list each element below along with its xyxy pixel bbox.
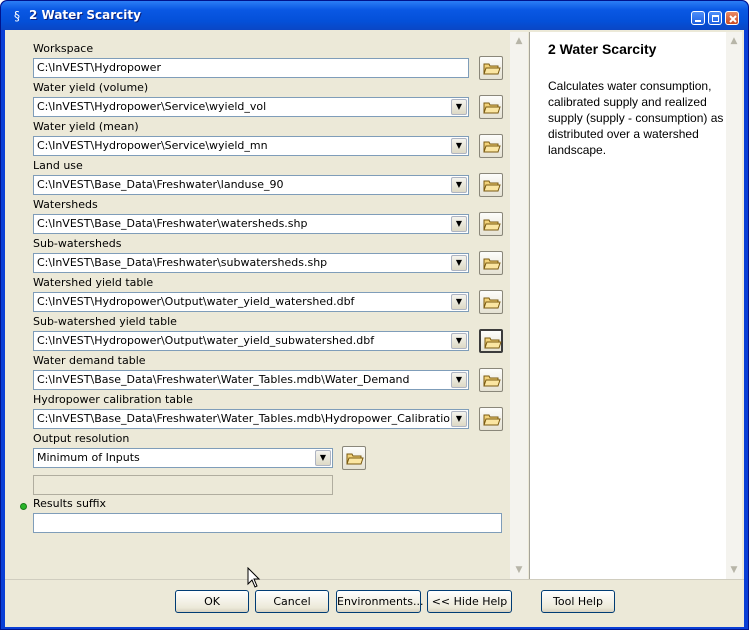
- help-description: Calculates water consumption, calibrated…: [548, 79, 724, 157]
- window-title: 2 Water Scarcity: [29, 8, 141, 22]
- chevron-down-icon[interactable]: ▼: [451, 99, 467, 115]
- output-resolution-value: Minimum of Inputs: [37, 451, 140, 464]
- chevron-down-icon[interactable]: ▼: [451, 216, 467, 232]
- param-label: Land use: [33, 159, 83, 172]
- browse-button[interactable]: [479, 251, 503, 275]
- chevron-down-icon[interactable]: ▼: [451, 333, 467, 349]
- minimize-button[interactable]: [691, 11, 705, 25]
- param-value: C:\InVEST\Hydropower\Output\water_yield_…: [37, 334, 375, 347]
- param-input[interactable]: C:\InVEST\Hydropower\Output\water_yield_…: [33, 292, 469, 312]
- chevron-down-icon[interactable]: ▼: [451, 255, 467, 271]
- browse-button[interactable]: [479, 173, 503, 197]
- help-scrollbar[interactable]: ▲ ▼: [726, 32, 742, 579]
- scroll-down-icon[interactable]: ▼: [727, 563, 741, 577]
- open-folder-icon: [483, 180, 501, 192]
- close-icon: [729, 15, 737, 23]
- help-panel: 2 Water Scarcity Calculates water consum…: [529, 32, 742, 579]
- param-value: C:\InVEST\Base_Data\Freshwater\Water_Tab…: [37, 373, 410, 386]
- chevron-down-icon[interactable]: ▼: [451, 177, 467, 193]
- scroll-down-icon[interactable]: ▼: [512, 563, 526, 577]
- help-title: 2 Water Scarcity: [548, 41, 657, 57]
- param-value: C:\InVEST\Base_Data\Freshwater\landuse_9…: [37, 178, 284, 191]
- param-label: Sub-watersheds: [33, 237, 122, 250]
- output-resolution-select[interactable]: Minimum of Inputs ▼: [33, 448, 333, 468]
- param-value: C:\InVEST\Hydropower\Service\wyield_vol: [37, 100, 267, 113]
- param-value: C:\InVEST\Base_Data\Freshwater\subwaters…: [37, 256, 328, 269]
- browse-button[interactable]: [479, 329, 503, 353]
- open-folder-icon: [483, 297, 501, 309]
- browse-button[interactable]: [479, 56, 503, 80]
- param-label: Water yield (volume): [33, 81, 149, 94]
- title-bar[interactable]: § 2 Water Scarcity: [1, 1, 748, 30]
- chevron-down-icon[interactable]: ▼: [451, 294, 467, 310]
- param-input[interactable]: C:\InVEST\Base_Data\Freshwater\Water_Tab…: [33, 409, 469, 429]
- open-folder-icon: [483, 63, 501, 75]
- resolution-value-field: [33, 475, 333, 495]
- parameters-scrollbar[interactable]: ▲ ▼: [510, 32, 528, 579]
- chevron-down-icon[interactable]: ▼: [315, 450, 331, 466]
- param-input[interactable]: C:\InVEST\Base_Data\Freshwater\landuse_9…: [33, 175, 469, 195]
- scroll-up-icon[interactable]: ▲: [727, 34, 741, 48]
- param-label: Hydropower calibration table: [33, 393, 193, 406]
- param-input[interactable]: C:\InVEST\Hydropower\Output\water_yield_…: [33, 331, 469, 351]
- output-resolution-label: Output resolution: [33, 432, 130, 445]
- param-input[interactable]: C:\InVEST\Base_Data\Freshwater\Water_Tab…: [33, 370, 469, 390]
- open-folder-icon: [483, 219, 501, 231]
- open-folder-icon: [483, 102, 501, 114]
- dialog-client: Workspace C:\InVEST\Hydropower Water yield…: [5, 30, 744, 627]
- param-label: Water demand table: [33, 354, 146, 367]
- close-button[interactable]: [725, 11, 739, 25]
- scroll-up-icon[interactable]: ▲: [512, 34, 526, 48]
- results-suffix-input[interactable]: [33, 513, 502, 533]
- results-suffix-label: Results suffix: [33, 497, 107, 510]
- minimize-icon: [695, 20, 701, 22]
- chevron-down-icon[interactable]: ▼: [451, 372, 467, 388]
- param-label: Workspace: [33, 42, 94, 55]
- param-input[interactable]: C:\InVEST\Base_Data\Freshwater\subwaters…: [33, 253, 469, 273]
- open-folder-icon: [483, 414, 501, 426]
- param-label: Watershed yield table: [33, 276, 154, 289]
- param-label: Water yield (mean): [33, 120, 139, 133]
- param-value: C:\InVEST\Hydropower\Output\water_yield_…: [37, 295, 355, 308]
- mouse-cursor-icon: [247, 567, 261, 588]
- open-folder-icon: [483, 141, 501, 153]
- open-folder-icon: [346, 453, 364, 465]
- open-folder-icon: [484, 337, 502, 349]
- browse-button[interactable]: [479, 95, 503, 119]
- cancel-button[interactable]: Cancel: [255, 590, 329, 613]
- param-label: Sub-watershed yield table: [33, 315, 177, 328]
- browse-button[interactable]: [479, 407, 503, 431]
- param-value: C:\InVEST\Hydropower\Service\wyield_mn: [37, 139, 268, 152]
- browse-button[interactable]: [479, 212, 503, 236]
- button-bar: OK Cancel Environments... << Hide Help T…: [5, 579, 744, 627]
- ok-button[interactable]: OK: [175, 590, 249, 613]
- param-input[interactable]: C:\InVEST\Hydropower\Service\wyield_vol ▼: [33, 97, 469, 117]
- browse-button[interactable]: [479, 290, 503, 314]
- browse-button[interactable]: [479, 134, 503, 158]
- param-input[interactable]: C:\InVEST\Hydropower: [33, 58, 469, 78]
- open-folder-icon: [483, 375, 501, 387]
- tool-help-button[interactable]: Tool Help: [541, 590, 615, 613]
- chevron-down-icon[interactable]: ▼: [451, 138, 467, 154]
- maximize-icon: [712, 15, 719, 22]
- maximize-button[interactable]: [708, 11, 722, 25]
- browse-button[interactable]: [479, 368, 503, 392]
- browse-button[interactable]: [342, 446, 366, 470]
- param-label: Watersheds: [33, 198, 98, 211]
- optional-indicator-icon: [20, 503, 27, 510]
- arcgis-tool-icon: §: [14, 9, 20, 23]
- param-value: C:\InVEST\Base_Data\Freshwater\watershed…: [37, 217, 308, 230]
- chevron-down-icon[interactable]: ▼: [451, 411, 467, 427]
- param-input[interactable]: C:\InVEST\Base_Data\Freshwater\watershed…: [33, 214, 469, 234]
- open-folder-icon: [483, 258, 501, 270]
- param-value: C:\InVEST\Base_Data\Freshwater\Water_Tab…: [37, 412, 457, 425]
- param-value: C:\InVEST\Hydropower: [37, 61, 161, 74]
- tool-dialog-window: § 2 Water Scarcity Workspace C:\InVEST\Hy…: [0, 0, 749, 630]
- parameters-panel: Workspace C:\InVEST\Hydropower Water yield…: [9, 32, 514, 579]
- environments-button[interactable]: Environments...: [336, 590, 423, 613]
- hide-help-button[interactable]: << Hide Help: [427, 590, 512, 613]
- param-input[interactable]: C:\InVEST\Hydropower\Service\wyield_mn ▼: [33, 136, 469, 156]
